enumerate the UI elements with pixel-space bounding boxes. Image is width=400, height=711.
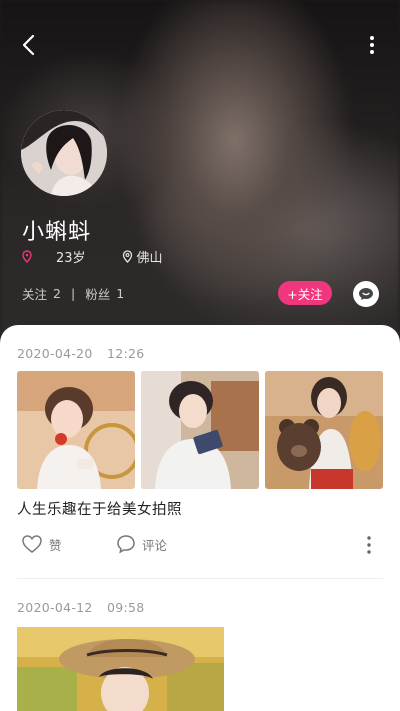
back-arrow-icon: [22, 34, 35, 56]
avatar-photo: [21, 110, 107, 196]
more-options-button[interactable]: [362, 32, 382, 58]
followers-label[interactable]: 粉丝: [85, 284, 110, 303]
post-time: 12:26: [106, 346, 145, 361]
profile-meta: 23岁 佛山: [22, 247, 163, 266]
post-date: 2020-04-20: [17, 346, 93, 361]
follow-button[interactable]: +关注: [278, 281, 332, 305]
comment-label: 评论: [142, 537, 168, 553]
follow-stats: 关注 2 | 粉丝 1: [22, 284, 124, 303]
chat-button[interactable]: [353, 281, 379, 307]
avatar[interactable]: [21, 110, 107, 196]
post-photo-large[interactable]: [17, 627, 224, 711]
following-count[interactable]: 2: [53, 286, 61, 301]
post-timestamp: 2020-04-12 09:58: [17, 600, 144, 615]
like-label: 赞: [49, 537, 62, 553]
photo-girl-bicycle: [17, 371, 135, 489]
heart-icon: [22, 535, 42, 553]
photo-girl-book: [141, 371, 259, 489]
post-timestamp: 2020-04-20 12:26: [17, 346, 144, 361]
location-pin-icon: [22, 250, 32, 263]
more-vertical-icon: [370, 36, 374, 54]
username: 小蝌蚪: [22, 220, 92, 245]
comment-icon: [117, 535, 135, 554]
post-divider: [17, 578, 383, 579]
photo-girl-teddy: [265, 371, 383, 489]
post-text: 人生乐趣在于给美女拍照: [17, 502, 182, 518]
following-label[interactable]: 关注: [22, 284, 47, 303]
post-more-button[interactable]: [366, 535, 372, 555]
post-time: 09:58: [106, 600, 145, 615]
back-button[interactable]: [12, 30, 44, 60]
stats-divider: |: [70, 286, 76, 301]
map-pin-icon: [122, 250, 132, 263]
like-button[interactable]: 赞: [21, 534, 62, 554]
chat-bubble-icon: [359, 288, 373, 300]
age-text: 23岁: [56, 251, 86, 266]
post-photo-2[interactable]: [141, 371, 259, 489]
more-vertical-icon: [367, 536, 371, 554]
post-date: 2020-04-12: [17, 600, 93, 615]
followers-count[interactable]: 1: [116, 286, 124, 301]
location-text: 佛山: [136, 251, 163, 266]
post-photo-3[interactable]: [265, 371, 383, 489]
post-photo-1[interactable]: [17, 371, 135, 489]
comment-button[interactable]: 评论: [116, 534, 167, 554]
photo-girl-hat: [17, 627, 224, 711]
